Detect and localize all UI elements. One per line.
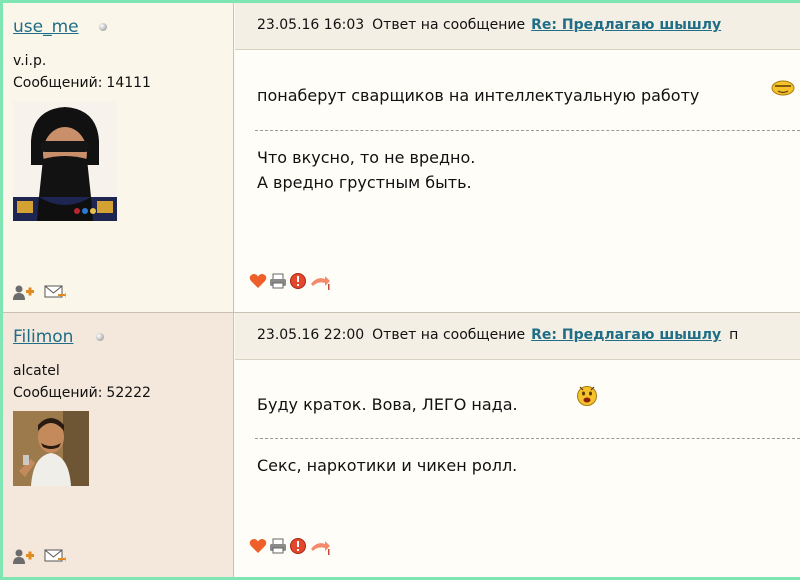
- reply-label: Ответ на сообщение: [372, 327, 526, 343]
- reply-arrow-icon[interactable]: [309, 537, 331, 559]
- reply-label: Ответ на сообщение: [372, 17, 526, 33]
- forum-post: Filimon alcatel Сообщений: 52222 23.05.1…: [3, 313, 800, 577]
- like-heart-icon[interactable]: [249, 272, 267, 294]
- post-date: 23.05.16 16:03: [257, 17, 365, 33]
- private-message-icon[interactable]: [44, 284, 66, 300]
- message-count-value: 52222: [106, 385, 151, 401]
- quote-divider: [255, 438, 800, 439]
- crying-smiley-icon: [576, 383, 598, 411]
- post-text-line: Секс, наркотики и чикен ролл.: [257, 456, 518, 475]
- post-author-panel: use_me v.i.p. Сообщений: 14111: [3, 3, 234, 312]
- post-date: 23.05.16 22:00: [257, 327, 365, 343]
- username-link[interactable]: use_me: [13, 17, 79, 37]
- post-actions: [249, 272, 349, 292]
- topic-link[interactable]: Re: Предлагаю шышлу: [531, 327, 721, 343]
- offline-status-icon: [96, 333, 104, 341]
- message-count-label: Сообщений:: [13, 75, 103, 91]
- report-icon[interactable]: [289, 537, 307, 559]
- report-icon[interactable]: [289, 272, 307, 294]
- post-actions: [249, 537, 349, 557]
- add-friend-icon[interactable]: [12, 548, 34, 564]
- user-avatar: [13, 101, 117, 221]
- user-avatar: [13, 411, 89, 486]
- private-message-icon[interactable]: [44, 548, 66, 564]
- forum-post: use_me v.i.p. Сообщений: 14111 23.05.16 …: [3, 3, 800, 313]
- post-content: 23.05.16 16:03 Ответ на сообщение Re: Пред…: [235, 3, 800, 312]
- quote-text: понаберут сварщиков на интеллектуальную …: [257, 86, 700, 105]
- smiley-icon: [770, 78, 796, 102]
- post-meta: 23.05.16 22:00 Ответ на сообщение Re: Пред…: [257, 327, 738, 343]
- username-link[interactable]: Filimon: [13, 327, 73, 347]
- quote-text: Буду краток. Вова, ЛЕГО нада.: [257, 395, 518, 414]
- add-friend-icon[interactable]: [12, 284, 34, 300]
- print-icon[interactable]: [269, 272, 287, 294]
- post-text-line: А вредно грустным быть.: [257, 173, 472, 192]
- post-header: 23.05.16 16:03 Ответ на сообщение Re: Пред…: [235, 3, 800, 50]
- print-icon[interactable]: [269, 537, 287, 559]
- like-heart-icon[interactable]: [249, 537, 267, 559]
- post-header: 23.05.16 22:00 Ответ на сообщение Re: Пред…: [235, 313, 800, 360]
- user-rank: v.i.p.: [13, 53, 47, 69]
- topic-link[interactable]: Re: Предлагаю шышлу: [531, 17, 721, 33]
- quote-divider: [255, 130, 800, 131]
- post-author-panel: Filimon alcatel Сообщений: 52222: [3, 313, 234, 577]
- reply-arrow-icon[interactable]: [309, 272, 331, 294]
- offline-status-icon: [99, 23, 107, 31]
- message-count-label: Сообщений:: [13, 385, 103, 401]
- user-rank: alcatel: [13, 363, 60, 379]
- post-content: 23.05.16 22:00 Ответ на сообщение Re: Пред…: [235, 313, 800, 577]
- header-overflow-text: п: [729, 327, 739, 343]
- message-count: Сообщений: 14111: [13, 75, 151, 91]
- message-count: Сообщений: 52222: [13, 385, 151, 401]
- message-count-value: 14111: [106, 75, 151, 91]
- post-text-line: Что вкусно, то не вредно.: [257, 148, 476, 167]
- post-meta: 23.05.16 16:03 Ответ на сообщение Re: Пред…: [257, 17, 721, 33]
